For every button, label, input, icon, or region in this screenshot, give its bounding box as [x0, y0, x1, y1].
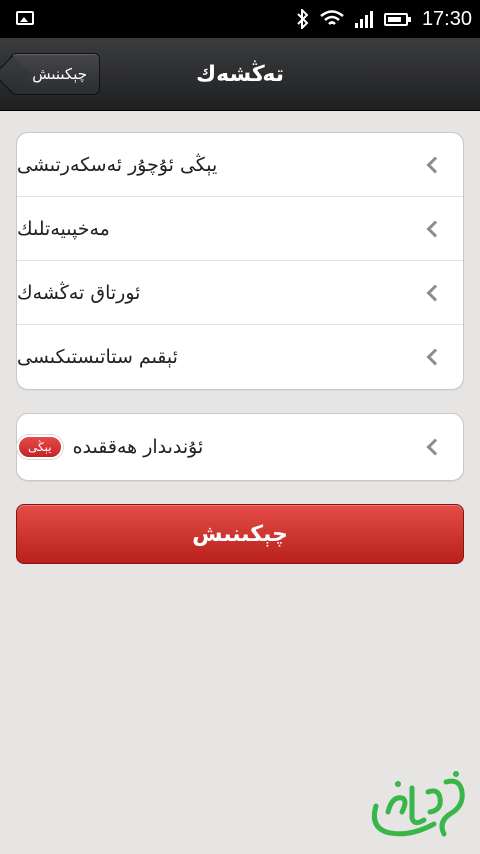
- settings-list: يېڭى ئۇچۇر ئەسكەرتىشى مەخپىيەتلىك ئورتاق…: [16, 132, 464, 390]
- settings-item-notifications[interactable]: يېڭى ئۇچۇر ئەسكەرتىشى: [17, 133, 463, 197]
- settings-item-label: مەخپىيەتلىك: [17, 217, 110, 240]
- status-time: 17:30: [421, 7, 472, 30]
- title-bar: چېكىنىش تەڭشەك: [0, 38, 480, 111]
- wifi-icon: [320, 10, 344, 25]
- settings-item-traffic-stats[interactable]: ئېقىم ستاتىستىكىسى: [17, 325, 463, 389]
- chevron-left-icon: [426, 220, 444, 237]
- settings-item-privacy[interactable]: مەخپىيەتلىك: [17, 197, 463, 261]
- back-button-label: چېكىنىش: [32, 65, 87, 83]
- gallery-notification-icon: [16, 11, 34, 25]
- chevron-left-icon: [426, 348, 444, 366]
- status-bar: 17:30: [0, 0, 480, 38]
- chevron-left-icon: [426, 156, 444, 173]
- about-card: ئۇندىدار ھەققىدە يېڭى: [16, 413, 464, 481]
- chevron-left-icon: [426, 284, 444, 301]
- bluetooth-icon: [297, 9, 309, 29]
- settings-item-label: يېڭى ئۇچۇر ئەسكەرتىشى: [17, 153, 218, 176]
- app-logo: [371, 771, 465, 837]
- new-badge: يېڭى: [17, 435, 63, 459]
- exit-button[interactable]: چېكىنىش: [16, 504, 464, 564]
- chevron-left-icon: [426, 438, 444, 456]
- signal-icon: [354, 11, 373, 28]
- settings-item-about[interactable]: ئۇندىدار ھەققىدە يېڭى: [17, 414, 463, 480]
- settings-item-label: ئورتاق تەڭشەك: [17, 281, 141, 304]
- about-content: ئۇندىدار ھەققىدە يېڭى: [17, 435, 203, 459]
- settings-item-general[interactable]: ئورتاق تەڭشەك: [17, 261, 463, 325]
- battery-icon: [383, 12, 411, 26]
- about-label: ئۇندىدار ھەققىدە: [72, 436, 204, 458]
- status-icons: 17:30: [296, 0, 472, 38]
- settings-item-label: ئېقىم ستاتىستىكىسى: [17, 346, 178, 368]
